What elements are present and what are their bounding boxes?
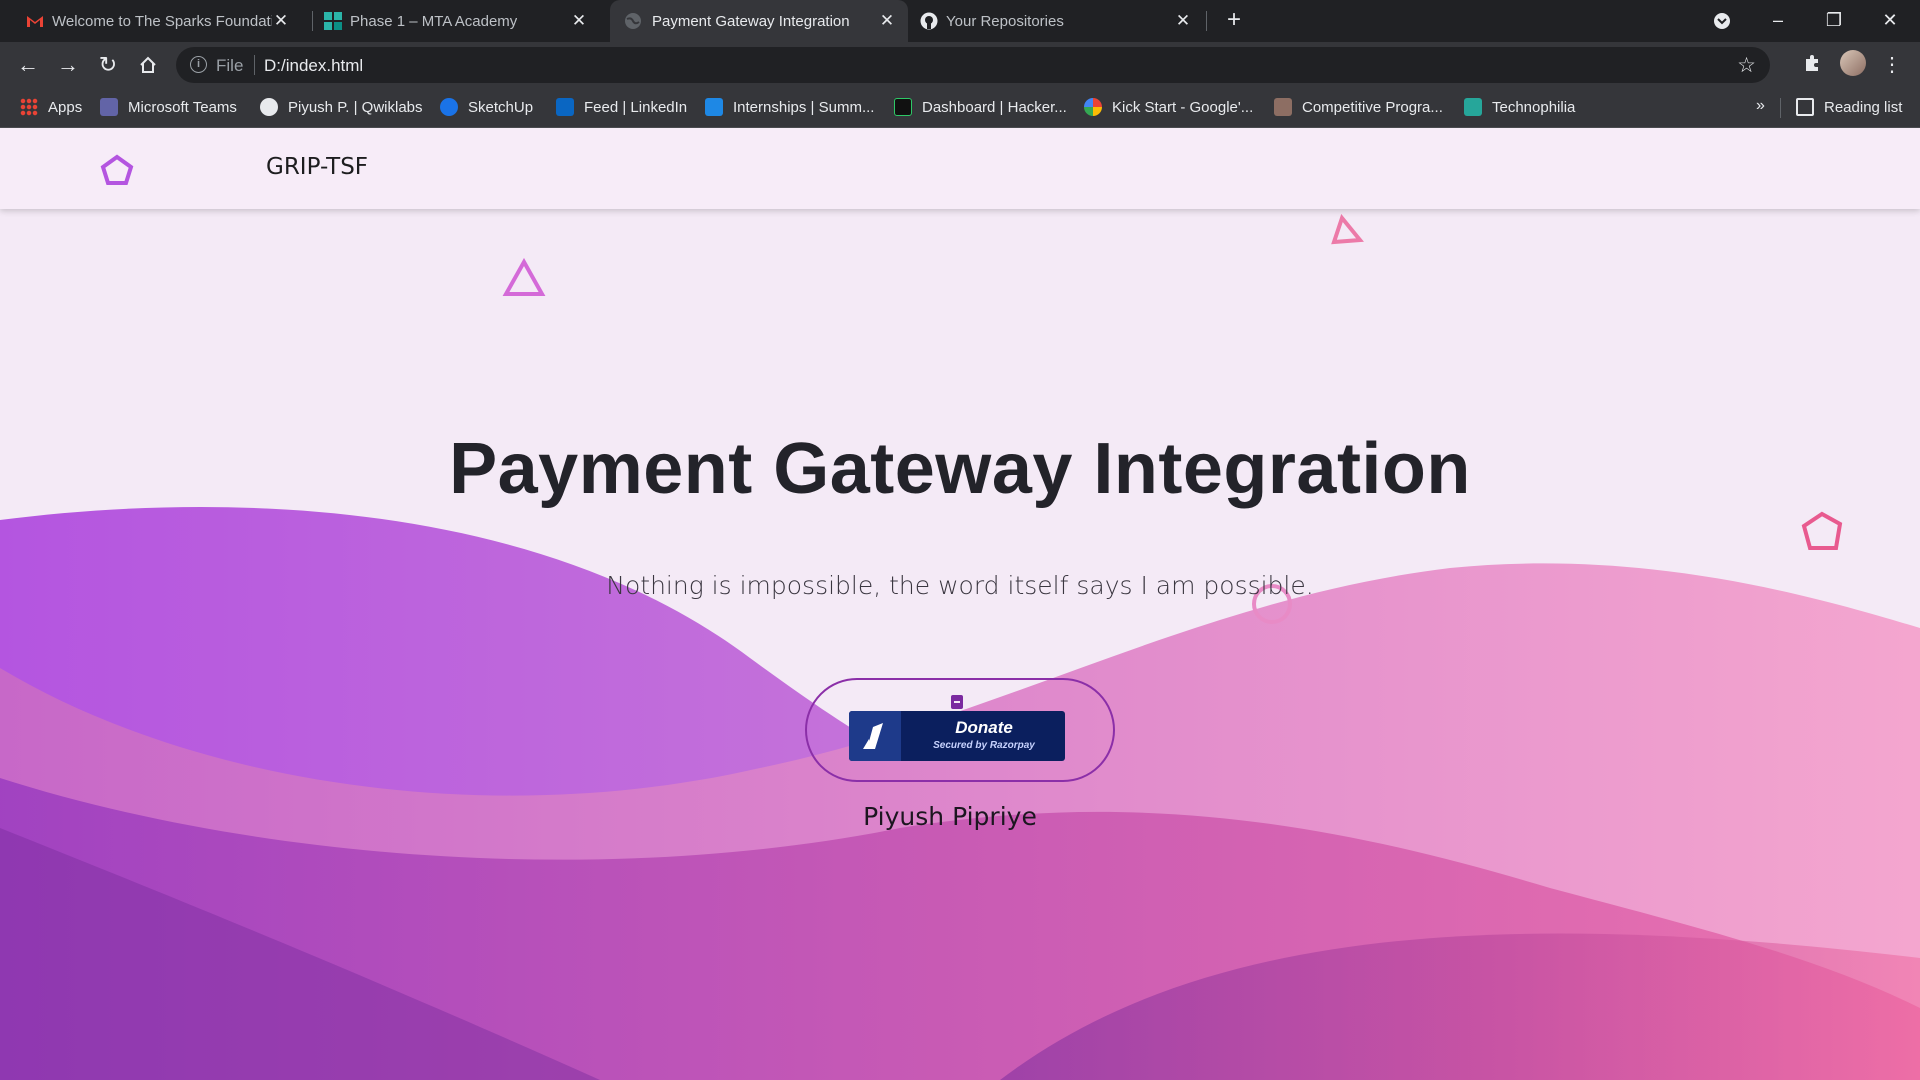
bookmark-label: Piyush P. | Qwiklabs bbox=[288, 98, 423, 116]
url-text[interactable]: D:/index.html bbox=[264, 56, 363, 76]
browser-tab-strip: Welcome to The Sparks Foundati ✕ Phase 1… bbox=[0, 0, 1920, 42]
sketchup-icon bbox=[440, 98, 458, 116]
mta-academy-icon bbox=[324, 12, 342, 30]
bookmark-microsoft-teams[interactable]: Microsoft Teams bbox=[100, 88, 237, 126]
bookmark-linkedin[interactable]: Feed | LinkedIn bbox=[556, 88, 687, 126]
form-pin-icon bbox=[951, 695, 963, 709]
internshala-icon bbox=[705, 98, 723, 116]
omnibox-divider bbox=[254, 55, 255, 75]
bookmark-label: Microsoft Teams bbox=[128, 98, 237, 116]
bookmark-sketchup[interactable]: SketchUp bbox=[440, 88, 533, 126]
bookmark-label: Dashboard | Hacker... bbox=[922, 98, 1067, 116]
reading-list-label: Reading list bbox=[1824, 98, 1903, 116]
author-name: Piyush Pipriye bbox=[0, 802, 1920, 831]
restore-icon[interactable]: ❐ bbox=[1814, 4, 1854, 36]
technophilia-icon bbox=[1464, 98, 1482, 116]
tab-gmail[interactable]: Welcome to The Sparks Foundati ✕ bbox=[26, 0, 302, 42]
bookmark-competitive-programming[interactable]: Competitive Progra... bbox=[1274, 88, 1443, 126]
google-icon bbox=[1084, 98, 1102, 116]
tab-title: Welcome to The Sparks Foundati bbox=[52, 12, 272, 30]
tab-mta-academy[interactable]: Phase 1 – MTA Academy ✕ bbox=[324, 0, 600, 42]
bookmark-label: Apps bbox=[48, 98, 83, 116]
bookmarks-divider bbox=[1780, 98, 1781, 118]
donate-button[interactable]: Donate Secured by Razorpay bbox=[849, 711, 1065, 761]
triangle-decoration-icon bbox=[1331, 214, 1364, 245]
teams-icon bbox=[100, 98, 118, 116]
reload-icon[interactable]: ↻ bbox=[94, 51, 122, 79]
file-scheme-label: File bbox=[216, 56, 244, 75]
linkedin-icon bbox=[556, 98, 574, 116]
back-arrow-icon[interactable]: ← bbox=[14, 51, 42, 79]
tab-title: Phase 1 – MTA Academy bbox=[350, 12, 518, 30]
more-bookmarks-chevron-icon[interactable]: » bbox=[1756, 97, 1765, 115]
page-viewport: GRIP-TSF Payment Gateway Integration Not… bbox=[0, 128, 1920, 1080]
home-icon[interactable] bbox=[134, 51, 162, 79]
bookmark-internships[interactable]: Internships | Summ... bbox=[705, 88, 874, 126]
close-tab-icon[interactable]: ✕ bbox=[272, 12, 290, 30]
bookmark-apps[interactable]: Apps bbox=[20, 88, 82, 126]
bookmark-label: Internships | Summ... bbox=[733, 98, 875, 116]
minimize-icon[interactable]: – bbox=[1758, 4, 1798, 36]
tab-divider bbox=[1206, 11, 1207, 31]
bookmark-label: Kick Start - Google'... bbox=[1112, 98, 1254, 116]
tab-github[interactable]: Your Repositories ✕ bbox=[920, 0, 1204, 42]
author-name-text: Piyush Pipriye bbox=[863, 802, 1037, 831]
pentagon-logo-icon[interactable] bbox=[100, 154, 134, 186]
bookmark-qwiklabs[interactable]: Piyush P. | Qwiklabs bbox=[260, 88, 423, 126]
tab-divider bbox=[312, 11, 313, 31]
close-tab-icon[interactable]: ✕ bbox=[1174, 12, 1192, 30]
page-subtitle: Nothing is impossible, the word itself s… bbox=[606, 571, 1314, 600]
reading-list-icon bbox=[1796, 98, 1814, 116]
page-title: Payment Gateway Integration bbox=[449, 429, 1471, 509]
hackerrank-icon bbox=[894, 98, 912, 116]
menu-kebab-icon[interactable]: ⋮ bbox=[1880, 53, 1904, 77]
globe-icon bbox=[260, 98, 278, 116]
codechef-icon bbox=[1274, 98, 1292, 116]
apps-grid-icon bbox=[20, 98, 38, 116]
bookmark-label: Technophilia bbox=[1492, 98, 1576, 116]
bookmark-technophilia[interactable]: Technophilia bbox=[1464, 88, 1575, 126]
bookmark-kickstart[interactable]: Kick Start - Google'... bbox=[1084, 88, 1253, 126]
github-icon bbox=[920, 12, 938, 30]
tab-payment-gateway[interactable]: Payment Gateway Integration ✕ bbox=[610, 0, 908, 42]
gmail-icon bbox=[26, 12, 44, 30]
bookmark-hackerrank[interactable]: Dashboard | Hacker... bbox=[894, 88, 1067, 126]
tab-title: Payment Gateway Integration bbox=[652, 12, 850, 30]
address-bar[interactable]: i File D:/index.html ☆ bbox=[176, 47, 1770, 83]
background-waves bbox=[0, 506, 1920, 1080]
bookmarks-bar: Apps Microsoft Teams Piyush P. | Qwiklab… bbox=[0, 88, 1920, 128]
browser-toolbar: ← → ↻ i File D:/index.html ☆ ⋮ bbox=[0, 42, 1920, 88]
profile-avatar[interactable] bbox=[1840, 50, 1866, 76]
close-tab-icon[interactable]: ✕ bbox=[878, 12, 896, 30]
reading-list-button[interactable]: Reading list bbox=[1796, 88, 1902, 126]
bookmark-label: SketchUp bbox=[468, 98, 534, 116]
close-tab-icon[interactable]: ✕ bbox=[570, 12, 588, 30]
razorpay-logo-icon bbox=[849, 711, 901, 761]
bookmark-label: Feed | LinkedIn bbox=[584, 98, 688, 116]
site-navbar: GRIP-TSF bbox=[0, 128, 1920, 209]
info-icon[interactable]: i bbox=[190, 56, 207, 73]
site-brand[interactable]: GRIP-TSF bbox=[266, 154, 368, 180]
forward-arrow-icon[interactable]: → bbox=[54, 51, 82, 79]
donate-label: Donate bbox=[955, 718, 1013, 737]
tab-search-icon[interactable] bbox=[1702, 4, 1742, 36]
bookmark-label: Competitive Progra... bbox=[1302, 98, 1443, 116]
close-window-icon[interactable]: ✕ bbox=[1870, 4, 1910, 36]
bookmark-star-icon[interactable]: ☆ bbox=[1737, 53, 1756, 78]
tab-title: Your Repositories bbox=[946, 12, 1064, 30]
extensions-puzzle-icon[interactable] bbox=[1800, 53, 1824, 77]
triangle-decoration-icon bbox=[502, 258, 546, 296]
pentagon-decoration-icon bbox=[1801, 511, 1843, 550]
donate-secured-label: Secured by Razorpay bbox=[933, 740, 1035, 751]
new-tab-button[interactable]: + bbox=[1222, 8, 1246, 33]
globe-icon bbox=[624, 12, 642, 30]
